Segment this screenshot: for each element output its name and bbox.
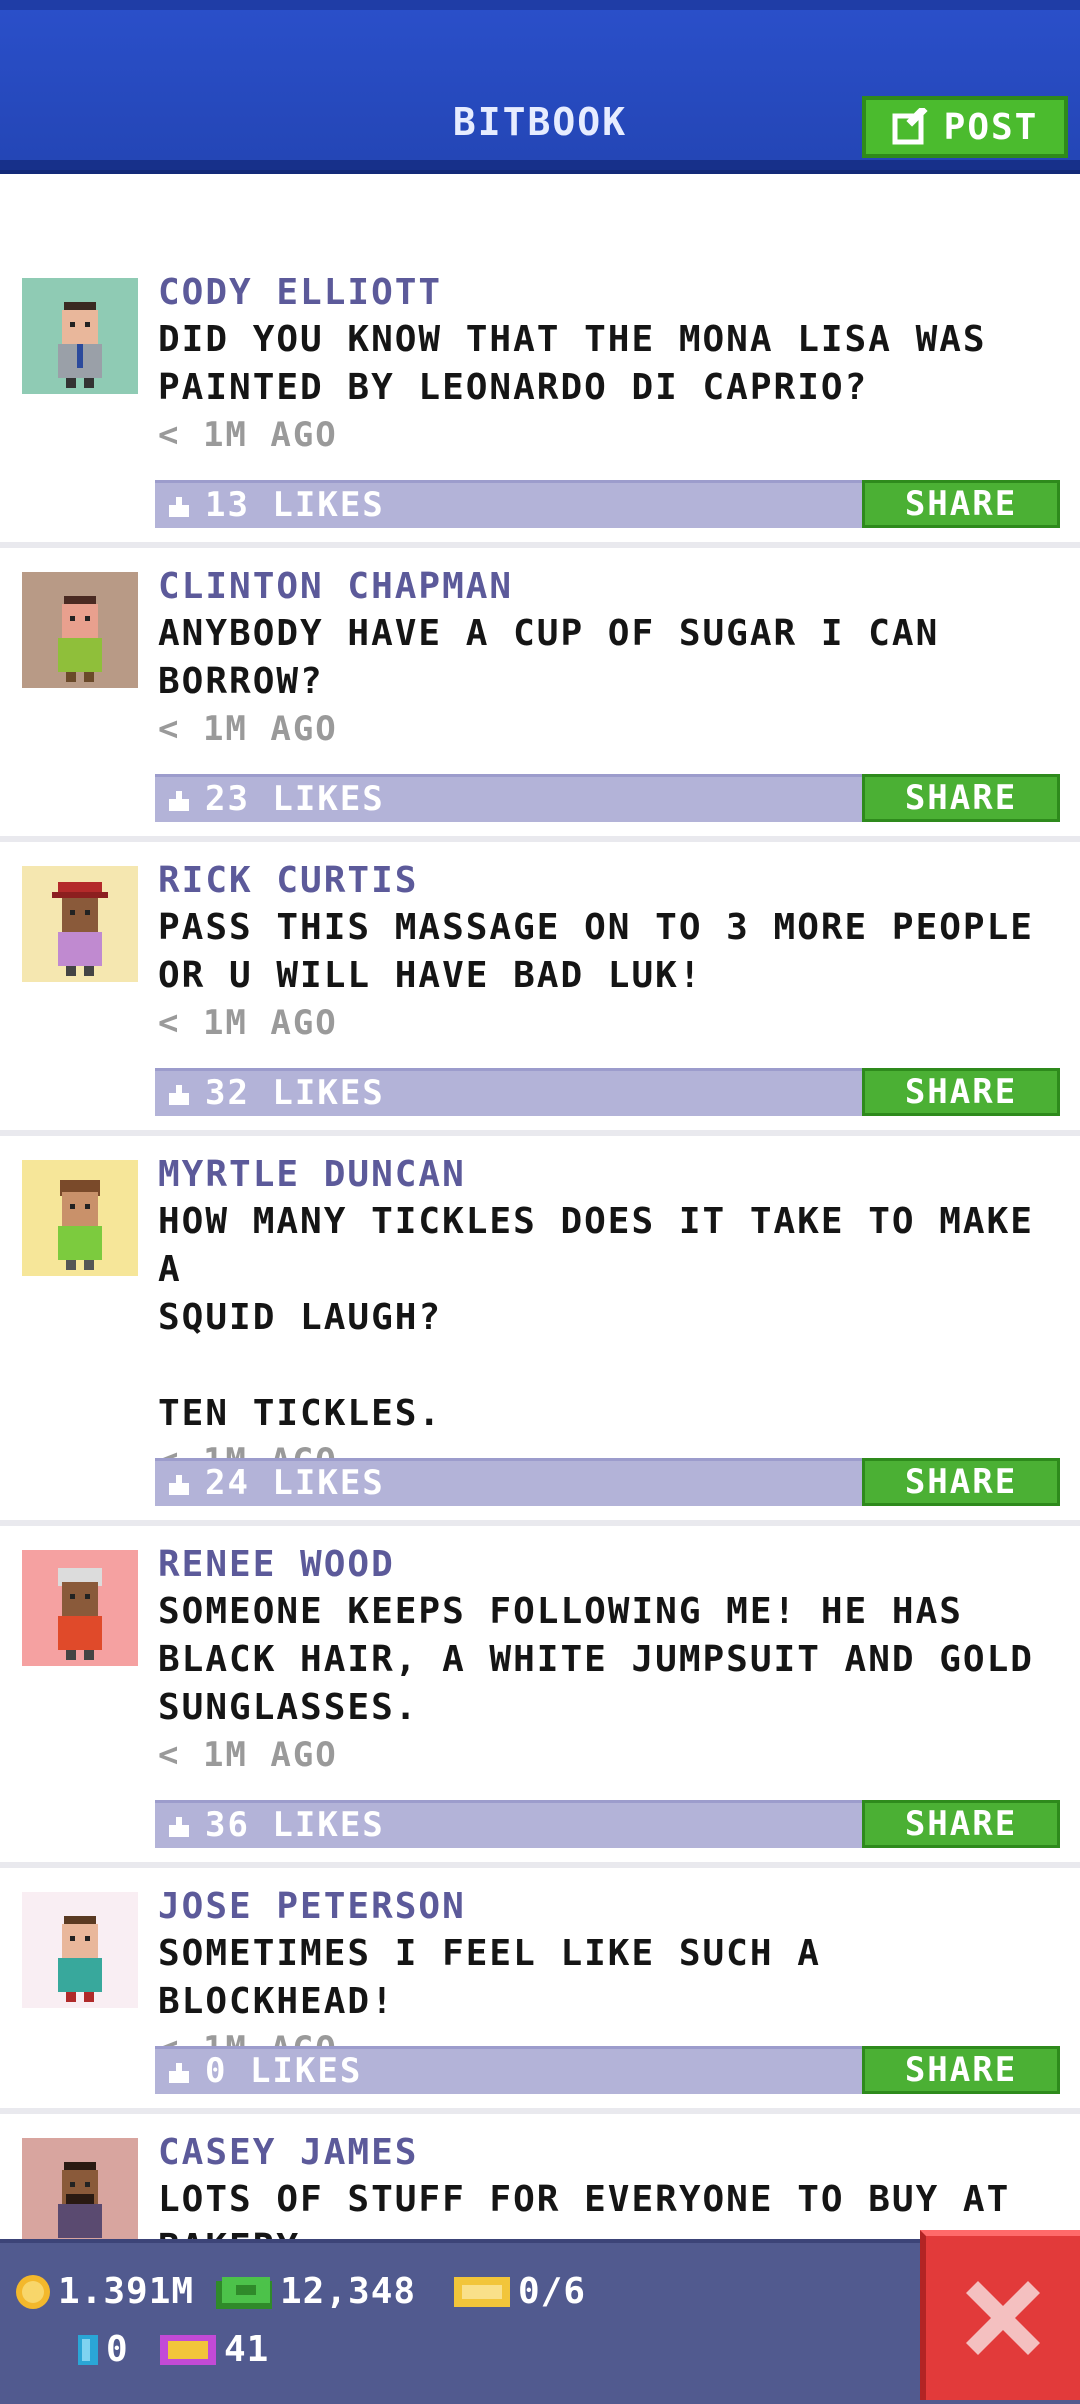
- list-item: CASEY JAMES LOTS OF STUFF FOR EVERYONE T…: [0, 2114, 1080, 2239]
- avatar: [22, 2138, 138, 2239]
- tickets-stat: 0/6: [452, 2271, 586, 2312]
- tickets-value: 0/6: [518, 2271, 587, 2312]
- ticket-icon: [454, 2276, 510, 2307]
- avatar: [22, 278, 138, 394]
- post-button-label: POST: [943, 106, 1039, 148]
- likes-count[interactable]: 32 LIKES: [205, 1071, 385, 1116]
- post-author[interactable]: CASEY JAMES: [158, 2130, 1060, 2176]
- post-content: RENEE WOOD SOMEONE KEEPS FOLLOWING ME! H…: [158, 1542, 1060, 1778]
- post-content: RICK CURTIS PASS THIS MASSAGE ON TO 3 MO…: [158, 858, 1060, 1046]
- likes-count[interactable]: 36 LIKES: [205, 1803, 385, 1848]
- likes-count[interactable]: 13 LIKES: [205, 483, 385, 528]
- list-item: JOSE PETERSON SOMETIMES I FEEL LIKE SUCH…: [0, 1868, 1080, 2114]
- post-text: ANYBODY HAVE A CUP OF SUGAR I CAN BORROW…: [158, 613, 940, 702]
- avatar: [22, 866, 138, 982]
- post-timestamp: < 1M AGO: [158, 709, 338, 749]
- post-timestamp: < 1M AGO: [158, 415, 338, 455]
- list-item: CLINTON CHAPMAN ANYBODY HAVE A CUP OF SU…: [0, 548, 1080, 842]
- post-timestamp: < 1M AGO: [158, 1003, 338, 1043]
- thumbs-up-icon: [169, 2063, 189, 2083]
- post-text: DID YOU KNOW THAT THE MONA LISA WAS PAIN…: [158, 319, 987, 408]
- post-text: HOW MANY TICKLES DOES IT TAKE TO MAKE A …: [158, 1201, 1034, 1434]
- close-icon: [966, 2281, 1040, 2355]
- bux-icon: [216, 2276, 272, 2309]
- post-content: CODY ELLIOTT DID YOU KNOW THAT THE MONA …: [158, 270, 1060, 458]
- list-item: CODY ELLIOTT DID YOU KNOW THAT THE MONA …: [0, 174, 1080, 548]
- items-stat: 0: [76, 2329, 129, 2370]
- coin-icon: [16, 2274, 50, 2309]
- share-button[interactable]: SHARE: [862, 1068, 1060, 1116]
- post-text: PASS THIS MASSAGE ON TO 3 MORE PEOPLE OR…: [158, 907, 1034, 996]
- likes-bar: 32 LIKES SHARE: [155, 1068, 1060, 1116]
- thumbs-up-icon: [169, 791, 189, 811]
- post-author[interactable]: RENEE WOOD: [158, 1542, 1060, 1588]
- likes-bar: 24 LIKES SHARE: [155, 1458, 1060, 1506]
- post-content: MYRTLE DUNCAN HOW MANY TICKLES DOES IT T…: [158, 1152, 1060, 1484]
- thumbs-up-icon: [169, 1817, 189, 1837]
- coins-stat: 1.391M: [14, 2271, 194, 2312]
- likes-bar: 0 LIKES SHARE: [155, 2046, 1060, 2094]
- post-feed[interactable]: CODY ELLIOTT DID YOU KNOW THAT THE MONA …: [0, 174, 1080, 2239]
- share-button[interactable]: SHARE: [862, 1458, 1060, 1506]
- share-button[interactable]: SHARE: [862, 2046, 1060, 2094]
- avatar: [22, 572, 138, 688]
- post-timestamp: < 1M AGO: [158, 1735, 338, 1775]
- likes-count[interactable]: 23 LIKES: [205, 777, 385, 822]
- likes-count[interactable]: 0 LIKES: [205, 2049, 362, 2094]
- gems-stat: 41: [158, 2329, 269, 2370]
- post-author[interactable]: JOSE PETERSON: [158, 1884, 1060, 1930]
- post-text: SOMETIMES I FEEL LIKE SUCH A BLOCKHEAD!: [158, 1933, 845, 2022]
- items-value: 0: [106, 2329, 129, 2370]
- post-content: JOSE PETERSON SOMETIMES I FEEL LIKE SUCH…: [158, 1884, 1060, 2072]
- thumbs-up-icon: [169, 1085, 189, 1105]
- bux-stat: 12,348: [214, 2271, 416, 2312]
- bux-value: 12,348: [280, 2271, 417, 2312]
- avatar: [22, 1892, 138, 2008]
- post-text: SOMEONE KEEPS FOLLOWING ME! HE HAS BLACK…: [158, 1591, 1034, 1728]
- post-button[interactable]: POST: [862, 96, 1068, 158]
- likes-bar: 23 LIKES SHARE: [155, 774, 1060, 822]
- close-button[interactable]: [920, 2230, 1080, 2400]
- list-item: MYRTLE DUNCAN HOW MANY TICKLES DOES IT T…: [0, 1136, 1080, 1526]
- likes-bar: 13 LIKES SHARE: [155, 480, 1060, 528]
- edit-icon: [892, 105, 930, 146]
- gem-ticket-icon: [160, 2334, 216, 2365]
- share-button[interactable]: SHARE: [862, 480, 1060, 528]
- gems-value: 41: [224, 2329, 270, 2370]
- likes-count[interactable]: 24 LIKES: [205, 1461, 385, 1506]
- post-content: CASEY JAMES LOTS OF STUFF FOR EVERYONE T…: [158, 2130, 1060, 2239]
- share-button[interactable]: SHARE: [862, 1800, 1060, 1848]
- coins-value: 1.391M: [58, 2271, 195, 2312]
- share-button[interactable]: SHARE: [862, 774, 1060, 822]
- thumbs-up-icon: [169, 1475, 189, 1495]
- item-icon: [78, 2334, 98, 2365]
- post-author[interactable]: RICK CURTIS: [158, 858, 1060, 904]
- post-content: CLINTON CHAPMAN ANYBODY HAVE A CUP OF SU…: [158, 564, 1060, 752]
- likes-bar: 36 LIKES SHARE: [155, 1800, 1060, 1848]
- list-item: RICK CURTIS PASS THIS MASSAGE ON TO 3 MO…: [0, 842, 1080, 1136]
- avatar: [22, 1550, 138, 1666]
- header-bar: BITBOOK POST: [0, 0, 1080, 174]
- post-author[interactable]: CODY ELLIOTT: [158, 270, 1060, 316]
- post-author[interactable]: MYRTLE DUNCAN: [158, 1152, 1060, 1198]
- currency-bar: 1.391M 12,348 0/6 0 41: [0, 2239, 1080, 2404]
- thumbs-up-icon: [169, 497, 189, 517]
- list-item: RENEE WOOD SOMEONE KEEPS FOLLOWING ME! H…: [0, 1526, 1080, 1868]
- avatar: [22, 1160, 138, 1276]
- post-author[interactable]: CLINTON CHAPMAN: [158, 564, 1060, 610]
